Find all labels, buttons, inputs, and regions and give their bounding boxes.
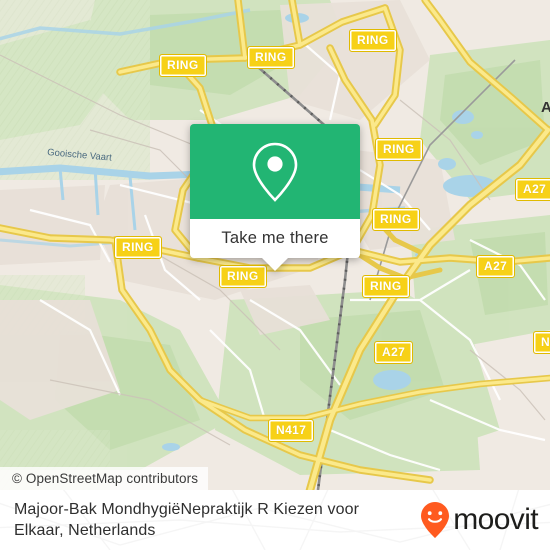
moovit-wordmark: moovit bbox=[453, 503, 538, 536]
popup-header bbox=[190, 124, 360, 219]
road-shield-ring-7: RING bbox=[219, 265, 267, 288]
take-me-there-label: Take me there bbox=[221, 229, 329, 247]
road-shield-ring-5: RING bbox=[372, 208, 420, 231]
location-popup-card[interactable]: Take me there bbox=[190, 124, 360, 271]
map-edge-label: A bbox=[541, 99, 550, 116]
road-shield-n417: N417 bbox=[268, 419, 315, 442]
road-shield-a27-3: A27 bbox=[374, 341, 414, 364]
road-shield-ring-2: RING bbox=[247, 46, 295, 69]
popup-footer[interactable]: Take me there bbox=[190, 219, 360, 271]
footer-bar: Majoor-Bak MondhygiëNepraktijk R Kiezen … bbox=[0, 490, 550, 550]
road-shield-ring-4: RING bbox=[375, 138, 423, 161]
moovit-logo[interactable]: moovit bbox=[420, 501, 539, 539]
popup-pointer-tail bbox=[262, 258, 288, 271]
place-title: Majoor-Bak MondhygiëNepraktijk R Kiezen … bbox=[14, 501, 359, 539]
road-shield-n4-edge: N4 bbox=[533, 331, 550, 354]
map-share-card: Gooische Vaart A RING RING RING RING RING RIN… bbox=[0, 0, 550, 550]
moovit-pin-smiley-icon bbox=[421, 502, 450, 538]
road-shield-ring-6: RING bbox=[114, 236, 162, 259]
road-shield-ring-8: RING bbox=[362, 275, 410, 298]
road-shield-ring-1: RING bbox=[159, 54, 207, 77]
road-shield-a27-2: A27 bbox=[476, 255, 516, 278]
road-shield-ring-3: RING bbox=[349, 29, 397, 52]
map-canvas[interactable]: Gooische Vaart A RING RING RING RING RING RIN… bbox=[0, 0, 550, 490]
map-pin-icon bbox=[252, 142, 298, 202]
osm-attribution[interactable]: © OpenStreetMap contributors bbox=[0, 467, 209, 490]
road-shield-a27-1: A27 bbox=[515, 178, 550, 201]
